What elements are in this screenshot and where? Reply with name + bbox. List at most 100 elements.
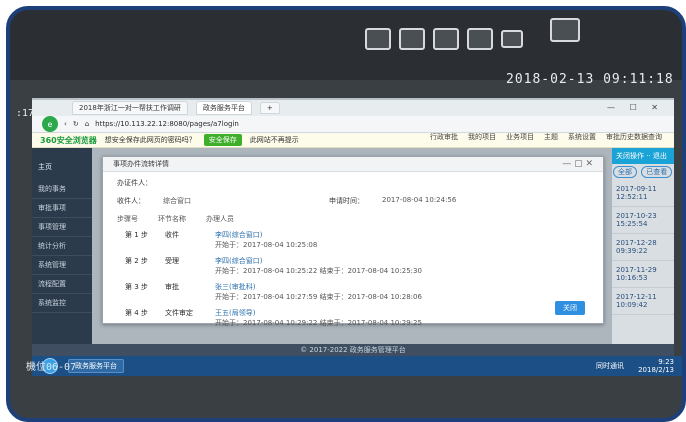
browser-brand: 360安全浏览器 bbox=[40, 135, 97, 145]
save-password-button[interactable]: 安全保存 bbox=[203, 134, 242, 146]
layout-buttons bbox=[365, 28, 523, 50]
sidebar-item[interactable]: 系统监控 bbox=[32, 294, 92, 313]
col-header: 办理人员 bbox=[206, 215, 234, 223]
flow-handler-name[interactable]: 李四(综合窗口) bbox=[215, 256, 422, 266]
wall-datetime: 2018-02-13 09:11:18 bbox=[506, 72, 674, 87]
col-header: 步骤号 bbox=[117, 215, 138, 223]
close-icon[interactable]: — ▢ ✕ bbox=[562, 159, 593, 169]
table-row: 第 4 步 文件审定 王五(局领导) 开始于：2017-08-04 10:29:… bbox=[125, 305, 603, 331]
flow-times: 开始于：2017-08-04 10:25:22 结束于：2017-08-04 1… bbox=[215, 267, 422, 275]
layout-sixteen-icon[interactable] bbox=[467, 28, 493, 50]
flow-step: 第 4 步 bbox=[125, 309, 148, 317]
flow-handler: 李四(综合窗口) 开始于：2017-08-04 10:25:22 结束于：201… bbox=[215, 256, 422, 276]
notify-text: 想安全保存此网页的密码吗？ bbox=[104, 136, 196, 144]
app-area: 主页 我的事务 审批事项 事项管理 统计分析 系统管理 流程配置 系统监控 关闭… bbox=[32, 148, 674, 344]
nav-item[interactable]: 审批历史数据查询 bbox=[606, 132, 662, 142]
table-row: 第 2 步 受理 李四(综合窗口) 开始于：2017-08-04 10:25:2… bbox=[125, 253, 603, 279]
list-date: 2017-10-23 15:25:54 bbox=[612, 207, 674, 234]
browser-logo-icon: e bbox=[42, 116, 58, 132]
apply-time-label: 申请时间： bbox=[329, 197, 364, 205]
sidebar-item[interactable]: 审批事项 bbox=[32, 199, 92, 218]
photo-frame: 2018-02-13 09:11:18 :17 2018年浙江一对一帮扶工作调研… bbox=[6, 6, 686, 422]
layout-quad-icon[interactable] bbox=[399, 28, 425, 50]
window-controls[interactable]: — ☐ ✕ bbox=[607, 103, 664, 112]
flow-step: 第 2 步 bbox=[125, 257, 148, 265]
taskbar-right-label[interactable]: 同时通讯 bbox=[596, 361, 624, 371]
table-row: 第 1 步 收件 李四(综合窗口) 开始于：2017-08-04 10:25:0… bbox=[125, 227, 603, 253]
filter-pill[interactable]: 已查看 bbox=[641, 166, 673, 178]
flow-handler: 王五(局领导) 开始于：2017-08-04 10:29:22 结束于：2017… bbox=[215, 308, 422, 328]
tray-clock: 9:23 2018/2/13 bbox=[638, 358, 674, 374]
app-top-nav: 行政审批 我的项目 业务项目 主题 系统设置 审批历史数据查询 bbox=[430, 132, 662, 142]
sidebar-user[interactable]: 主页 bbox=[32, 148, 92, 180]
layout-single-icon[interactable] bbox=[365, 28, 391, 50]
flow-times: 开始于：2017-08-04 10:29:22 结束于：2017-08-04 1… bbox=[215, 319, 422, 327]
apply-time-value: 2017-08-04 10:24:56 bbox=[382, 196, 457, 204]
flow-table-header: 步骤号 环节名称 办理人员 bbox=[103, 208, 603, 227]
flow-handler: 李四(综合窗口) 开始于：2017-08-04 10:25:08 bbox=[215, 230, 317, 250]
filter-pill[interactable]: 全部 bbox=[613, 166, 637, 178]
list-date: 2017-09-11 12:52:11 bbox=[612, 180, 674, 207]
back-icon[interactable]: ‹ bbox=[64, 120, 67, 128]
sidebar-item[interactable]: 事项管理 bbox=[32, 218, 92, 237]
nav-item[interactable]: 业务项目 bbox=[506, 132, 534, 142]
handler-label: 收件人： bbox=[117, 197, 145, 205]
flow-handler-name[interactable]: 王五(局领导) bbox=[215, 308, 422, 318]
new-tab-button[interactable]: + bbox=[259, 102, 280, 114]
wall-background bbox=[10, 10, 682, 80]
tray-date: 2018/2/13 bbox=[638, 366, 674, 374]
nav-item[interactable]: 行政审批 bbox=[430, 132, 458, 142]
nav-item[interactable]: 主题 bbox=[544, 132, 558, 142]
flow-name: 文件审定 bbox=[165, 309, 193, 317]
never-prompt-button[interactable]: 此网站不再提示 bbox=[250, 135, 299, 145]
col-header: 环节名称 bbox=[158, 215, 186, 223]
layout-extra-icon[interactable] bbox=[550, 18, 580, 42]
right-panel-header[interactable]: 关闭操作 ·· 退出 bbox=[612, 148, 674, 164]
seat-label: 機位06-07 bbox=[26, 362, 77, 373]
flow-name: 收件 bbox=[165, 231, 179, 239]
taskbar-item[interactable]: 政务服务平台 bbox=[68, 359, 124, 373]
flow-detail-dialog: 事项办件流转详情 — ▢ ✕ 办证件人： 收件人： 综合窗口 申请时间： 201… bbox=[102, 156, 604, 327]
sidebar-item[interactable]: 流程配置 bbox=[32, 275, 92, 294]
flow-step: 第 3 步 bbox=[125, 283, 148, 291]
browser-tab-bar: 2018年浙江一对一帮扶工作调研 政务服务平台 + — ☐ ✕ bbox=[32, 100, 674, 116]
flow-table: 第 1 步 收件 李四(综合窗口) 开始于：2017-08-04 10:25:0… bbox=[125, 227, 603, 331]
handler-row: 收件人： 综合窗口 申请时间： 2017-08-04 10:24:56 bbox=[103, 190, 603, 208]
monitor-screen: 2018年浙江一对一帮扶工作调研 政务服务平台 + — ☐ ✕ e ‹ ↻ ⌂ … bbox=[32, 98, 682, 376]
flow-name: 受理 bbox=[165, 257, 179, 265]
dialog-title: 事项办件流转详情 bbox=[103, 157, 603, 172]
sidebar-item[interactable]: 我的事务 bbox=[32, 180, 92, 199]
flow-handler-name[interactable]: 张三(审批科) bbox=[215, 282, 422, 292]
applicant-row: 办证件人： bbox=[103, 172, 603, 190]
tray-time: 9:23 bbox=[658, 358, 674, 366]
list-date: 2017-12-28 09:39:22 bbox=[612, 234, 674, 261]
sidebar: 主页 我的事务 审批事项 事项管理 统计分析 系统管理 流程配置 系统监控 bbox=[32, 148, 92, 344]
flow-times: 开始于：2017-08-04 10:25:08 bbox=[215, 241, 318, 249]
list-date: 2017-11-29 10:16:53 bbox=[612, 261, 674, 288]
handler-value: 综合窗口 bbox=[163, 197, 191, 205]
windows-taskbar: 政务服务平台 同时通讯 9:23 2018/2/13 bbox=[32, 356, 682, 376]
list-date: 2017-12-11 10:09:42 bbox=[612, 288, 674, 315]
sidebar-item[interactable]: 系统管理 bbox=[32, 256, 92, 275]
address-input[interactable]: https://10.113.22.12:8080/pages/a7login bbox=[95, 120, 239, 128]
nav-item[interactable]: 系统设置 bbox=[568, 132, 596, 142]
applicant-label: 办证件人： bbox=[117, 179, 152, 187]
home-icon[interactable]: ⌂ bbox=[85, 120, 89, 128]
layout-chevron-icon[interactable] bbox=[501, 30, 523, 48]
close-dialog-button[interactable]: 关闭 bbox=[555, 301, 585, 315]
flow-handler: 张三(审批科) 开始于：2017-08-04 10:27:59 结束于：2017… bbox=[215, 282, 422, 302]
browser-tab[interactable]: 2018年浙江一对一帮扶工作调研 bbox=[72, 101, 188, 115]
browser-tab-active[interactable]: 政务服务平台 bbox=[195, 101, 252, 115]
sidebar-item[interactable]: 统计分析 bbox=[32, 237, 92, 256]
nav-item[interactable]: 我的项目 bbox=[468, 132, 496, 142]
address-bar-row: e ‹ ↻ ⌂ https://10.113.22.12:8080/pages/… bbox=[32, 116, 674, 133]
layout-nine-icon[interactable] bbox=[433, 28, 459, 50]
app-footer: © 2017-2022 政务服务管理平台 bbox=[32, 344, 674, 356]
flow-handler-name[interactable]: 李四(综合窗口) bbox=[215, 230, 317, 240]
flow-times: 开始于：2017-08-04 10:27:59 结束于：2017-08-04 1… bbox=[215, 293, 422, 301]
flow-name: 审批 bbox=[165, 283, 179, 291]
right-panel: 关闭操作 ·· 退出 全部 已查看 2017-09-11 12:52:11 20… bbox=[612, 148, 674, 344]
flow-step: 第 1 步 bbox=[125, 231, 148, 239]
table-row: 第 3 步 审批 张三(审批科) 开始于：2017-08-04 10:27:59… bbox=[125, 279, 603, 305]
refresh-icon[interactable]: ↻ bbox=[73, 120, 79, 128]
